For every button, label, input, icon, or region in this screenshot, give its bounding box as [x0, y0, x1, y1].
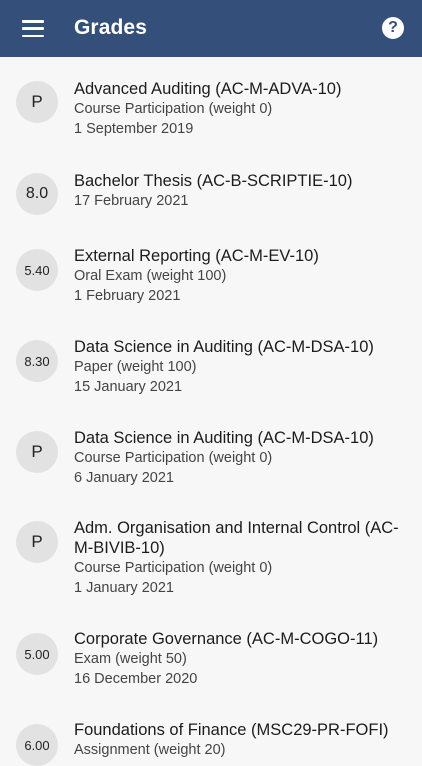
grade-badge: 5.00 [16, 633, 58, 675]
course-name: Data Science in Auditing (AC-M-DSA-10) [74, 429, 374, 447]
course-name: Foundations of Finance (MSC29-PR-FOFI) [74, 721, 389, 739]
list-item[interactable]: 8.30 Data Science in Auditing (AC-M-DSA-… [0, 334, 422, 404]
component-label: Course Participation (weight 0) [74, 560, 273, 576]
component-label: Oral Exam (weight 100) [74, 268, 227, 284]
course-name: Bachelor Thesis (AC-B-SCRIPTIE-10) [74, 172, 353, 190]
list-item[interactable]: 5.40 External Reporting (AC-M-EV-10) Ora… [0, 243, 422, 313]
course-name: Advanced Auditing (AC-M-ADVA-10) [74, 80, 342, 98]
list-item[interactable]: P Advanced Auditing (AC-M-ADVA-10) Cours… [0, 75, 422, 145]
list-item[interactable]: 5.00 Corporate Governance (AC-M-COGO-11)… [0, 627, 422, 697]
component-label: Exam (weight 50) [74, 651, 187, 667]
grade-badge: 8.30 [16, 340, 58, 382]
grade-badge: P [16, 431, 58, 473]
date-label: 16 December 2020 [74, 671, 198, 687]
list-item[interactable]: 6.00 Foundations of Finance (MSC29-PR-FO… [0, 718, 422, 766]
grade-badge: 6.00 [16, 724, 58, 766]
grade-badge: 5.40 [16, 249, 58, 291]
course-name: Corporate Governance (AC-M-COGO-11) [74, 630, 379, 648]
app-bar: Grades ? [0, 0, 422, 57]
component-label: Course Participation (weight 0) [74, 101, 273, 117]
component-label: Paper (weight 100) [74, 359, 197, 375]
date-label: 15 January 2021 [74, 379, 183, 395]
date-label: 1 February 2021 [74, 288, 181, 304]
date-label: 17 February 2021 [74, 193, 189, 209]
grade-badge: P [16, 521, 58, 563]
list-item[interactable]: 8.0 Bachelor Thesis (AC-B-SCRIPTIE-10) 1… [0, 169, 422, 219]
list-item[interactable]: P Adm. Organisation and Internal Control… [0, 515, 422, 605]
component-label: Assignment (weight 20) [74, 742, 226, 758]
date-label: 1 September 2019 [74, 121, 194, 137]
course-name: External Reporting (AC-M-EV-10) [74, 247, 319, 265]
page-title: Grades [74, 16, 147, 39]
component-label: Course Participation (weight 0) [74, 450, 273, 466]
grade-badge: 8.0 [16, 173, 58, 215]
course-name: Adm. Organisation and Internal Control (… [74, 519, 399, 557]
menu-icon[interactable] [22, 20, 44, 37]
help-icon[interactable]: ? [382, 17, 404, 39]
grade-badge: P [16, 81, 58, 123]
date-label: 6 January 2021 [74, 470, 174, 486]
date-label: 1 January 2021 [74, 580, 174, 596]
list-item[interactable]: P Data Science in Auditing (AC-M-DSA-10)… [0, 425, 422, 495]
course-name: Data Science in Auditing (AC-M-DSA-10) [74, 338, 374, 356]
